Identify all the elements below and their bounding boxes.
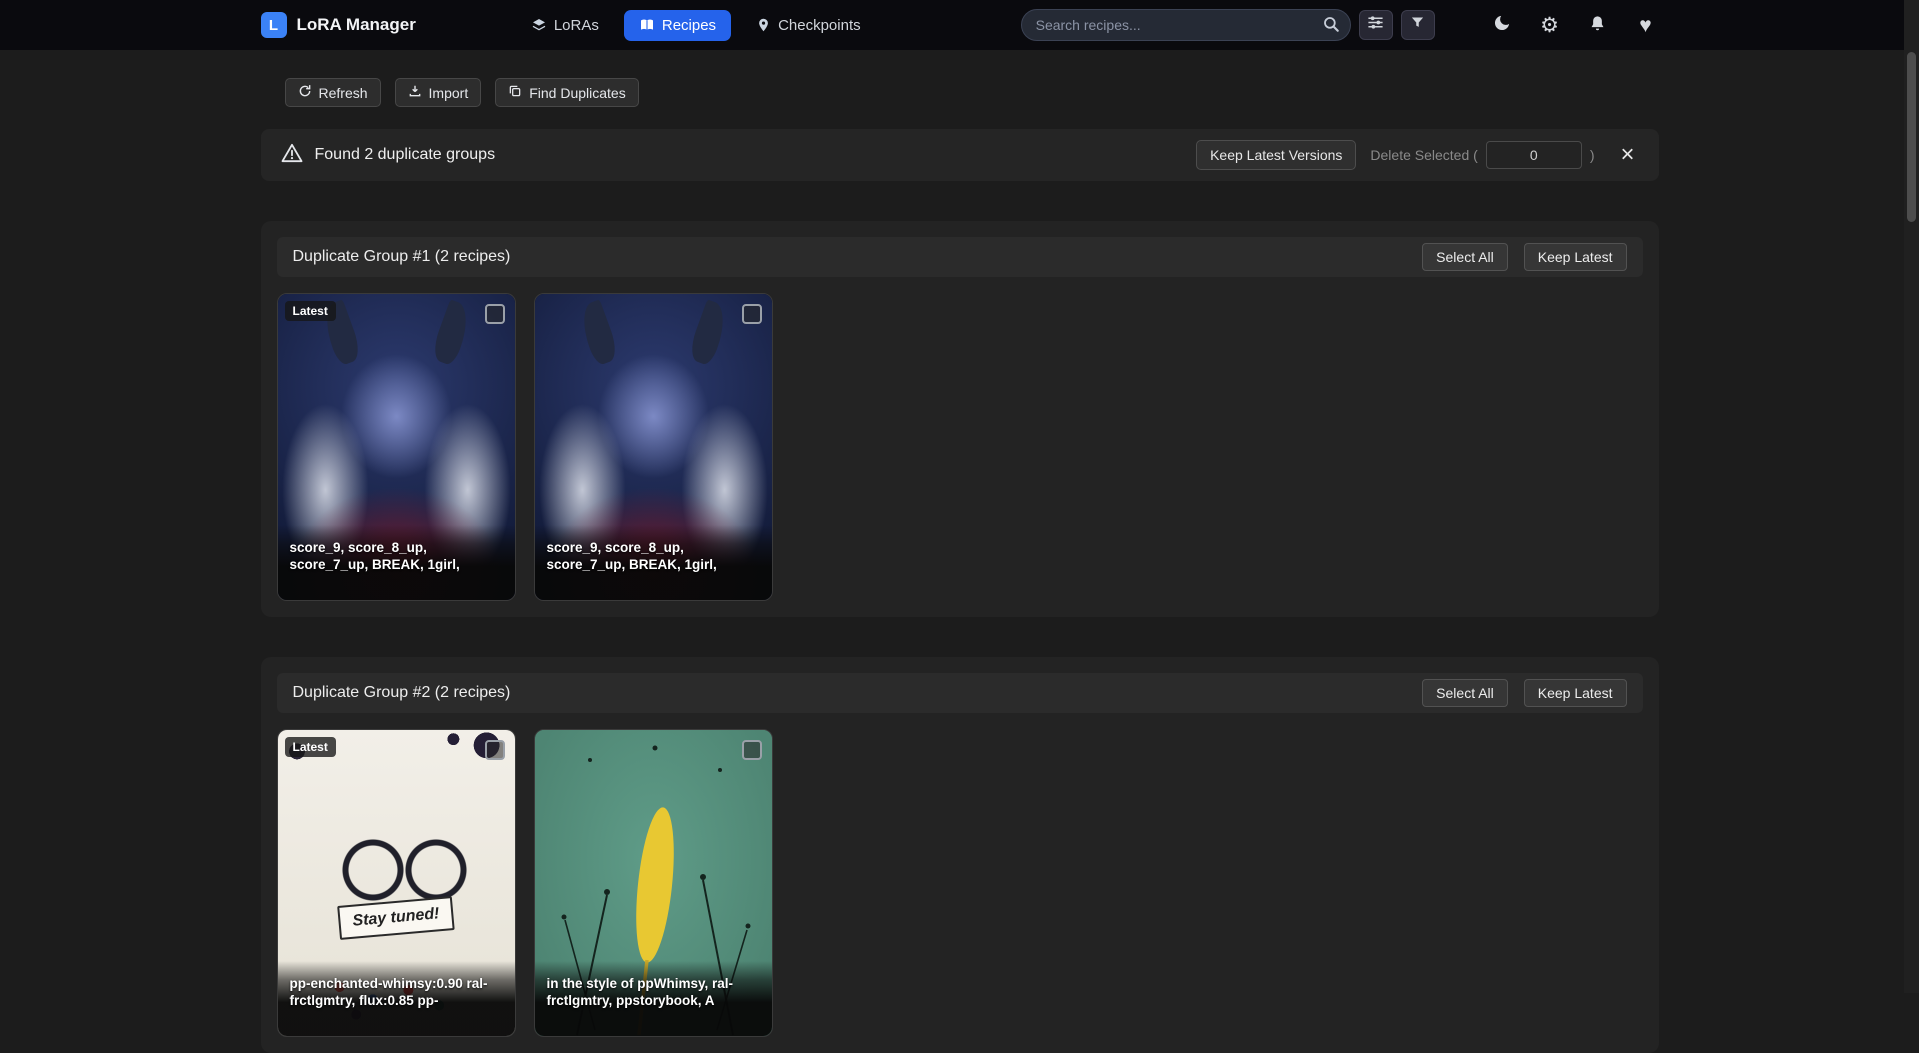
keep-latest-button[interactable]: Keep Latest xyxy=(1524,243,1627,271)
vertical-scrollbar[interactable] xyxy=(1904,0,1919,993)
delete-selected-prefix: Delete Selected ( xyxy=(1370,147,1477,163)
theme-toggle-button[interactable] xyxy=(1489,12,1515,38)
delete-selected-suffix: ) xyxy=(1590,147,1595,163)
tab-label: LoRAs xyxy=(554,17,599,34)
select-all-button[interactable]: Select All xyxy=(1422,679,1508,707)
card-checkbox[interactable] xyxy=(742,304,762,324)
recipe-card[interactable]: Latest score_9, score_8_up, score_7_up, … xyxy=(277,293,516,601)
search-button[interactable] xyxy=(1319,14,1343,36)
delete-selected-control[interactable]: Delete Selected ( ) xyxy=(1370,141,1594,169)
card-checkbox[interactable] xyxy=(485,740,505,760)
heart-icon: ♥ xyxy=(1639,15,1651,36)
recipe-card[interactable]: in the style of ppWhimsy, ral-frctlgmtry… xyxy=(534,729,773,1037)
navbar-actions: ⚙ ♥ xyxy=(1489,12,1659,38)
recipe-card[interactable]: score_9, score_8_up, score_7_up, BREAK, … xyxy=(534,293,773,601)
close-banner-button[interactable]: × xyxy=(1616,143,1638,167)
duplicates-banner: Found 2 duplicate groups Keep Latest Ver… xyxy=(261,129,1659,181)
search-bar xyxy=(1021,9,1351,41)
keep-latest-button[interactable]: Keep Latest xyxy=(1524,679,1627,707)
tab-recipes[interactable]: Recipes xyxy=(624,10,731,41)
settings-button[interactable]: ⚙ xyxy=(1537,12,1563,38)
recipe-caption: in the style of ppWhimsy, ral-frctlgmtry… xyxy=(535,961,772,1036)
support-button[interactable]: ♥ xyxy=(1633,12,1659,38)
tab-loras[interactable]: LoRAs xyxy=(516,10,614,41)
group-header: Duplicate Group #1 (2 recipes) Select Al… xyxy=(277,237,1643,277)
keep-latest-versions-button[interactable]: Keep Latest Versions xyxy=(1196,140,1356,170)
logo-icon: L xyxy=(261,12,287,38)
delete-count-input[interactable] xyxy=(1486,141,1582,169)
card-row: Latest score_9, score_8_up, score_7_up, … xyxy=(277,293,1643,601)
import-button[interactable]: Import xyxy=(395,78,482,107)
layers-icon xyxy=(531,17,547,33)
refresh-label: Refresh xyxy=(319,85,368,101)
copy-icon xyxy=(508,84,522,101)
notifications-button[interactable] xyxy=(1585,12,1611,38)
download-icon xyxy=(408,84,422,101)
app-logo: L LoRA Manager xyxy=(261,12,416,38)
import-label: Import xyxy=(429,85,469,101)
navbar: L LoRA Manager LoRAs Recipes Checkpoi xyxy=(0,0,1919,50)
filter-button[interactable] xyxy=(1401,10,1435,40)
sliders-icon xyxy=(1367,15,1384,35)
scrollbar-thumb[interactable] xyxy=(1907,52,1916,222)
warning-icon xyxy=(281,143,303,168)
gear-icon: ⚙ xyxy=(1540,15,1559,36)
duplicate-group-2: Duplicate Group #2 (2 recipes) Select Al… xyxy=(261,657,1659,1053)
adjustments-button[interactable] xyxy=(1359,10,1393,40)
book-icon xyxy=(639,17,655,33)
tab-checkpoints[interactable]: Checkpoints xyxy=(741,10,876,41)
toolbar: Refresh Import Find Duplicates xyxy=(261,78,1659,107)
recipe-caption: pp-enchanted-whimsy:0.90 ral-frctlgmtry,… xyxy=(278,961,515,1036)
recipe-caption: score_9, score_8_up, score_7_up, BREAK, … xyxy=(535,525,772,600)
banner-message: Found 2 duplicate groups xyxy=(315,146,496,164)
group-title: Duplicate Group #1 (2 recipes) xyxy=(293,248,511,266)
latest-badge: Latest xyxy=(285,737,336,757)
select-all-button[interactable]: Select All xyxy=(1422,243,1508,271)
recipe-caption: score_9, score_8_up, score_7_up, BREAK, … xyxy=(278,525,515,600)
bell-icon xyxy=(1588,14,1607,37)
refresh-button[interactable]: Refresh xyxy=(285,78,381,107)
tab-label: Checkpoints xyxy=(778,17,861,34)
app-title: LoRA Manager xyxy=(297,15,416,35)
nav-tabs: LoRAs Recipes Checkpoints xyxy=(516,10,876,41)
refresh-icon xyxy=(298,84,312,101)
tab-label: Recipes xyxy=(662,17,716,34)
close-icon: × xyxy=(1620,141,1634,168)
moon-icon xyxy=(1492,13,1512,37)
recipe-card[interactable]: Stay tuned! Latest pp-enchanted-whimsy:0… xyxy=(277,729,516,1037)
find-duplicates-button[interactable]: Find Duplicates xyxy=(495,78,639,107)
latest-badge: Latest xyxy=(285,301,336,321)
map-pin-icon xyxy=(756,17,771,33)
card-row: Stay tuned! Latest pp-enchanted-whimsy:0… xyxy=(277,729,1643,1037)
duplicate-group-1: Duplicate Group #1 (2 recipes) Select Al… xyxy=(261,221,1659,617)
group-title: Duplicate Group #2 (2 recipes) xyxy=(293,684,511,702)
find-duplicates-label: Find Duplicates xyxy=(529,85,626,101)
search-icon xyxy=(1322,21,1340,36)
card-checkbox[interactable] xyxy=(742,740,762,760)
image-sign-text: Stay tuned! xyxy=(337,896,455,940)
group-header: Duplicate Group #2 (2 recipes) Select Al… xyxy=(277,673,1643,713)
funnel-icon xyxy=(1410,15,1425,35)
card-checkbox[interactable] xyxy=(485,304,505,324)
search-input[interactable] xyxy=(1021,9,1351,41)
